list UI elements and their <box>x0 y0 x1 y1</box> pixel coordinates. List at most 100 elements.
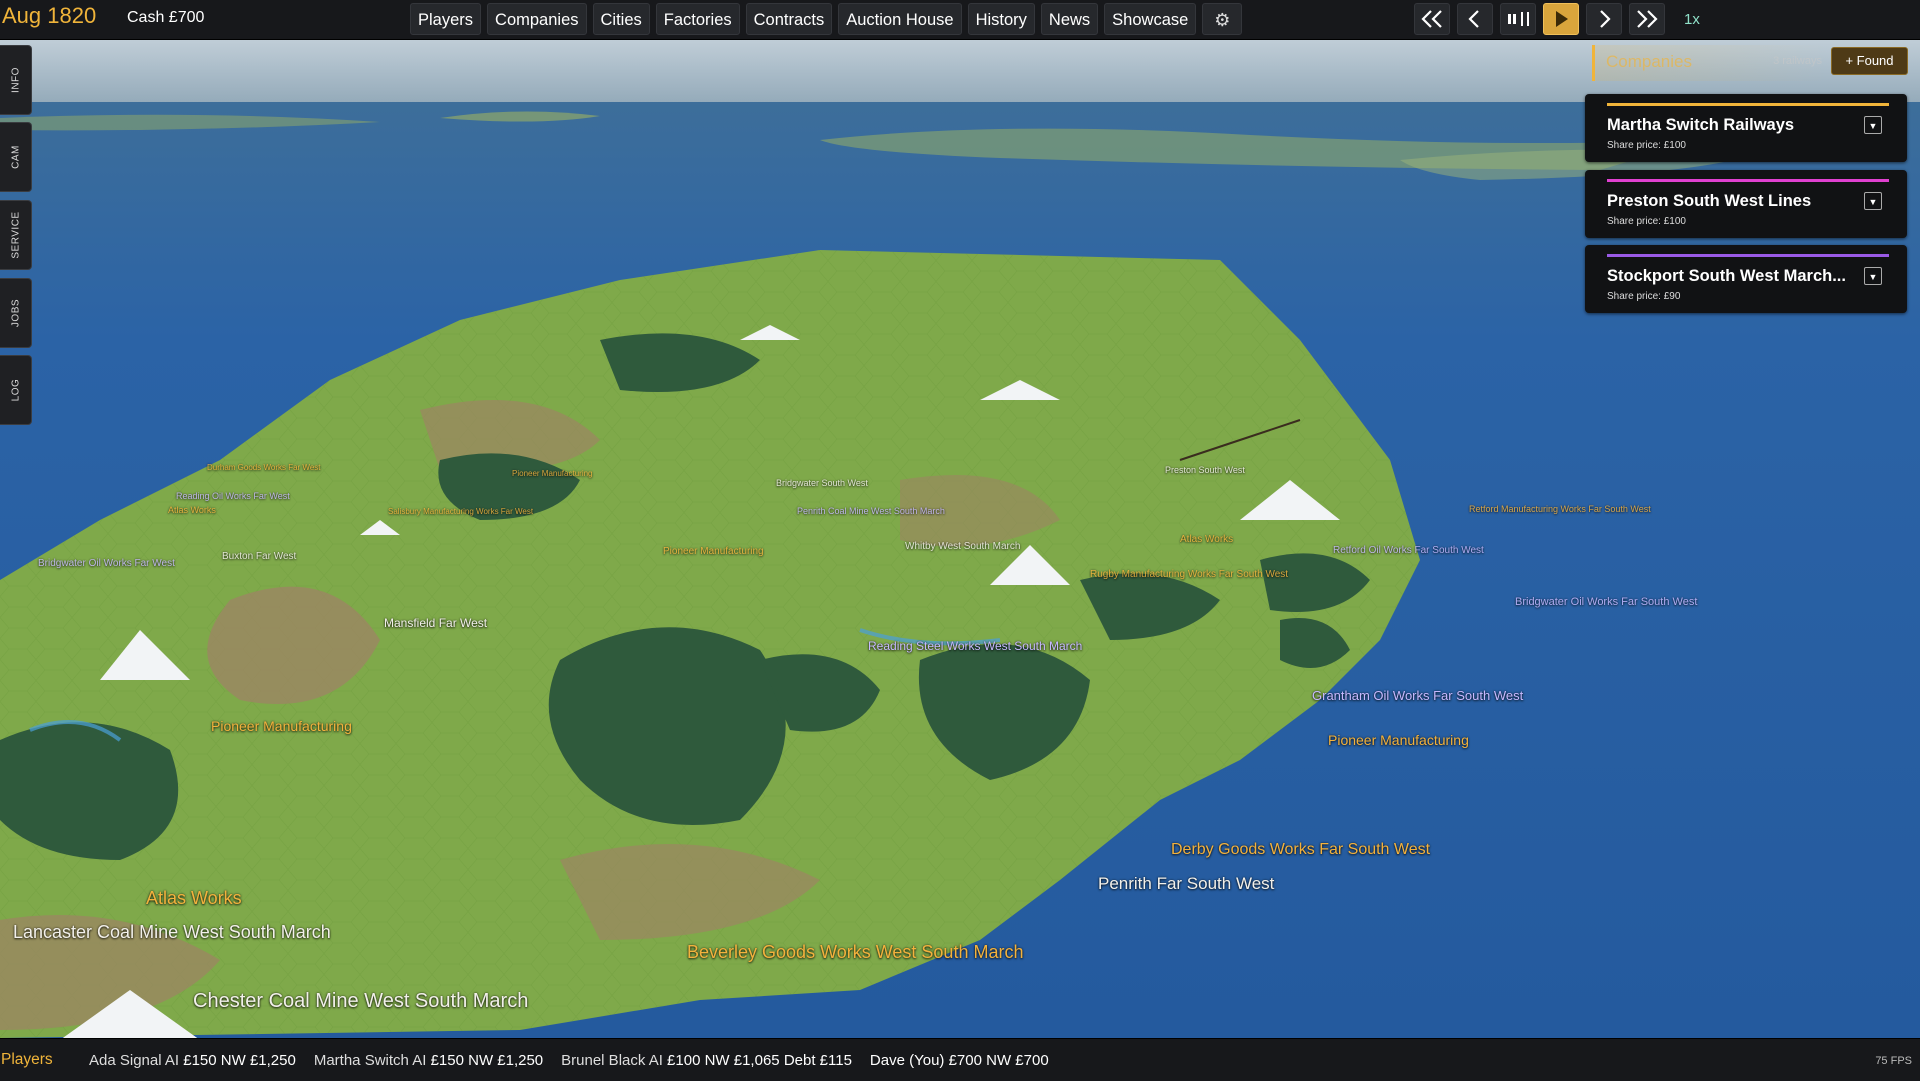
map-label[interactable]: Bridgwater South West <box>776 478 868 488</box>
map-label[interactable]: Preston South West <box>1165 465 1245 475</box>
map-label[interactable]: Durham Goods Works Far West <box>207 463 321 472</box>
speed-controls: 1x <box>1414 3 1700 35</box>
company-card[interactable]: Stockport South West March... Share pric… <box>1585 245 1907 313</box>
company-share-price: Share price: £100 <box>1607 140 1686 151</box>
player-networth: NW £1,250 <box>220 1052 296 1069</box>
player-entry[interactable]: Ada Signal AI £150 NW £1,250 <box>89 1052 296 1069</box>
map-label[interactable]: Pioneer Manufacturing <box>1328 732 1469 748</box>
play-button[interactable] <box>1543 3 1579 35</box>
map-label[interactable]: Bridgwater Oil Works Far West <box>38 558 175 569</box>
map-label[interactable]: Pioneer Manufacturing <box>512 469 593 478</box>
side-tab-jobs[interactable]: JOBS <box>0 278 32 348</box>
rewind-fast-button[interactable] <box>1414 3 1450 35</box>
top-bar: Aug 1820 Cash £700 Players Companies Cit… <box>0 0 1920 40</box>
player-networth: NW £700 <box>986 1052 1049 1069</box>
player-name: Ada Signal AI <box>89 1052 180 1069</box>
bottom-bar: Players Ada Signal AI £150 NW £1,250 Mar… <box>0 1038 1920 1081</box>
player-cash: £700 <box>948 1052 982 1069</box>
map-label[interactable]: Beverley Goods Works West South March <box>687 942 1023 963</box>
player-cash: £100 <box>667 1052 701 1069</box>
side-tab-service[interactable]: SERVICE <box>0 200 32 270</box>
menu-players[interactable]: Players <box>410 3 482 35</box>
forward-button[interactable] <box>1586 3 1622 35</box>
map-label[interactable]: Derby Goods Works Far South West <box>1171 841 1430 859</box>
rewind-button[interactable] <box>1457 3 1493 35</box>
players-label[interactable]: Players <box>1 1051 53 1069</box>
speed-multiplier: 1x <box>1684 10 1700 28</box>
chevron-down-icon: ▼ <box>1868 272 1878 282</box>
menu-news[interactable]: News <box>1040 3 1099 35</box>
company-name: Preston South West Lines <box>1607 192 1812 210</box>
map-label[interactable]: Bridgwater Oil Works Far South West <box>1515 596 1697 608</box>
player-entry[interactable]: Brunel Black AI £100 NW £1,065 Debt £115 <box>561 1052 852 1069</box>
map-label[interactable]: Lancaster Coal Mine West South March <box>13 922 331 943</box>
player-name: Martha Switch AI <box>313 1052 427 1069</box>
map-label[interactable]: Grantham Oil Works Far South West <box>1312 688 1523 703</box>
company-color-bar <box>1607 179 1889 182</box>
companies-count: 3 railways <box>1773 55 1822 67</box>
chevron-left-icon <box>1468 10 1479 28</box>
company-color-bar <box>1607 103 1889 106</box>
menu-cities[interactable]: Cities <box>592 3 650 35</box>
menu-auction-house[interactable]: Auction House <box>838 3 962 35</box>
map-label[interactable]: Penrith Far South West <box>1098 874 1274 894</box>
side-tab-log[interactable]: LOG <box>0 355 32 425</box>
map-label[interactable]: Reading Steel Works West South March <box>868 639 1082 653</box>
forward-fast-button[interactable] <box>1629 3 1665 35</box>
expand-company-button[interactable]: ▼ <box>1864 192 1882 210</box>
gear-icon: ⚙ <box>1214 10 1231 30</box>
map-label[interactable]: Atlas Works <box>1180 534 1233 545</box>
settings-button[interactable]: ⚙ <box>1202 3 1243 35</box>
player-entry-you[interactable]: Dave (You) £700 NW £700 <box>870 1052 1049 1069</box>
cash-display: Cash £700 <box>127 9 205 26</box>
map-label[interactable]: Chester Coal Mine West South March <box>193 990 528 1013</box>
map-label[interactable]: Reading Oil Works Far West <box>176 491 290 501</box>
map-label[interactable]: Retford Oil Works Far South West <box>1333 545 1484 556</box>
side-tab-cam[interactable]: CAM <box>0 122 32 192</box>
map-label[interactable]: Pioneer Manufacturing <box>211 718 352 734</box>
main-menu: Players Companies Cities Factories Contr… <box>410 3 1243 35</box>
play-icon <box>1556 11 1568 27</box>
companies-panel-header: Companies 3 railways + Found <box>1592 45 1908 81</box>
player-networth: NW £1,065 <box>704 1052 780 1069</box>
map-label[interactable]: Atlas Works <box>146 888 242 909</box>
map-label[interactable]: Whitby West South March <box>905 541 1020 552</box>
player-entry[interactable]: Martha Switch AI £150 NW £1,250 <box>314 1052 543 1069</box>
player-cash: £150 <box>183 1052 217 1069</box>
chevron-down-icon: ▼ <box>1868 197 1878 207</box>
map-label[interactable]: Atlas Works <box>168 505 216 515</box>
pause-icon <box>1508 12 1529 26</box>
player-cash: £150 <box>430 1052 464 1069</box>
menu-showcase[interactable]: Showcase <box>1104 3 1197 35</box>
expand-company-button[interactable]: ▼ <box>1864 267 1882 285</box>
game-date: Aug 1820 <box>2 3 97 28</box>
menu-companies[interactable]: Companies <box>487 3 587 35</box>
found-company-button[interactable]: + Found <box>1831 47 1908 75</box>
menu-history[interactable]: History <box>967 3 1035 35</box>
player-networth: NW £1,250 <box>468 1052 544 1069</box>
expand-company-button[interactable]: ▼ <box>1864 116 1882 134</box>
player-name: Dave (You) <box>869 1052 945 1069</box>
map-label[interactable]: Buxton Far West <box>222 551 296 562</box>
player-debt: Debt £115 <box>783 1052 852 1069</box>
double-chevron-left-icon <box>1421 10 1442 28</box>
map-label[interactable]: Salisbury Manufacturing Works Far West <box>388 507 533 516</box>
company-card[interactable]: Preston South West Lines Share price: £1… <box>1585 170 1907 238</box>
menu-factories[interactable]: Factories <box>655 3 740 35</box>
side-tab-info[interactable]: INFO <box>0 45 32 115</box>
company-card[interactable]: Martha Switch Railways Share price: £100… <box>1585 94 1907 162</box>
company-share-price: Share price: £100 <box>1607 216 1686 227</box>
map-label[interactable]: Retford Manufacturing Works Far South We… <box>1469 504 1651 514</box>
map-label[interactable]: Pioneer Manufacturing <box>663 546 764 557</box>
companies-title-bar: Companies 3 railways <box>1592 45 1830 81</box>
chevron-right-icon <box>1600 10 1611 28</box>
map-label[interactable]: Penrith Coal Mine West South March <box>797 506 945 516</box>
players-list: Ada Signal AI £150 NW £1,250 Martha Swit… <box>89 1052 1049 1069</box>
company-name: Stockport South West March... <box>1607 267 1846 285</box>
map-label[interactable]: Rugby Manufacturing Works Far South West <box>1090 569 1288 580</box>
menu-contracts[interactable]: Contracts <box>745 3 833 35</box>
company-share-price: Share price: £90 <box>1607 291 1681 302</box>
pause-button[interactable] <box>1500 3 1536 35</box>
company-name: Martha Switch Railways <box>1607 116 1795 134</box>
map-label[interactable]: Mansfield Far West <box>384 616 487 630</box>
